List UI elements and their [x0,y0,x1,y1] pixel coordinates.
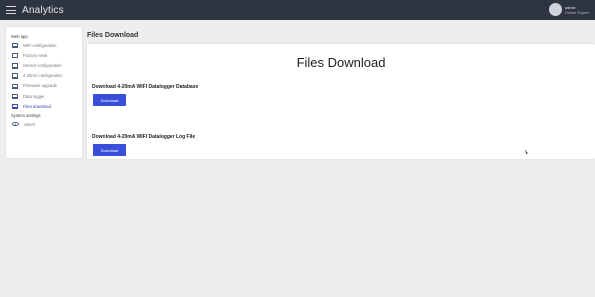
sidebar-item-label: Users [24,121,35,127]
sidebar-item-label: Data logger [23,93,45,99]
sidebar: Web app WiFi configuration Factory reset… [6,27,82,158]
monitor-icon [12,93,18,99]
monitor-icon [12,63,18,68]
sidebar-item-label: WiFi configuration [23,42,57,48]
monitor-icon [12,53,18,58]
sidebar-item-label: Factory reset [23,52,48,58]
sidebar-item-factory-reset[interactable]: Factory reset [12,50,82,60]
monitor-icon [12,103,18,109]
top-bar: Analytics admin Online Expert [0,0,595,20]
monitor-icon [12,42,18,48]
monitor-icon [12,73,18,78]
sidebar-item-label: Firmware upgrade [23,83,57,89]
sidebar-item-label: 4-20mA configuration [23,73,63,79]
sidebar-section-system-settings: System settings [11,113,41,119]
monitor-icon [12,83,18,89]
sidebar-item-users[interactable]: Users [12,119,82,129]
avatar[interactable] [548,3,562,16]
page-title: Files Download [87,32,139,39]
sidebar-item-data-logger[interactable]: Data logger [12,91,82,101]
download-database-button[interactable]: Download [93,94,126,106]
eye-icon [12,122,19,127]
sidebar-item-firmware-upgrade[interactable]: Firmware upgrade [12,81,82,91]
download-log-file-title: Download 4-20mA WIFI Datalogger Log File [92,134,196,140]
card-title: Files Download [296,55,386,70]
user-menu[interactable]: admin Online Expert [548,3,589,16]
sidebar-item-wifi-configuration[interactable]: WiFi configuration [12,40,82,50]
sidebar-item-label: Sensor configuration [23,62,62,68]
sidebar-item-sensor-configuration[interactable]: Sensor configuration [12,60,82,70]
app-title: Analytics [22,4,64,16]
user-status: Online Expert [564,9,589,15]
sidebar-item-4-20ma-configuration[interactable]: 4-20mA configuration [12,71,82,81]
hamburger-menu-icon[interactable] [6,6,16,14]
sidebar-section-web-app: Web app [11,34,28,39]
files-download-card: Files Download Download 4-20mA WIFI Data… [87,44,595,159]
sidebar-item-label: Files download [23,103,51,109]
sidebar-item-files-download[interactable]: Files download [12,101,82,111]
download-log-file-button[interactable]: Download [93,144,126,156]
download-database-title: Download 4-20mA WIFI Datalogger Database [92,84,199,90]
user-info: admin Online Expert [565,5,589,15]
